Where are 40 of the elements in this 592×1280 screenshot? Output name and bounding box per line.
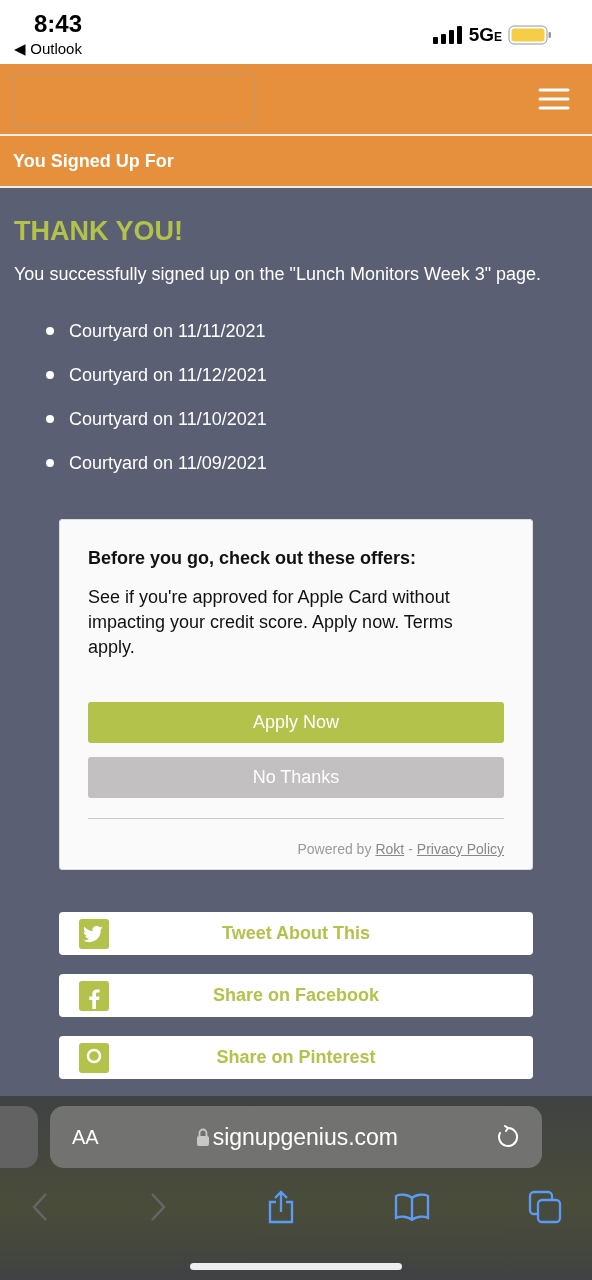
section-title: You Signed Up For [0,136,592,188]
apply-button[interactable]: Apply Now [88,702,504,743]
network-suffix: E [494,30,502,44]
pinterest-icon [79,1042,109,1073]
bullet-icon [46,327,54,335]
facebook-icon [79,980,109,1011]
network-type: 5G [468,24,494,46]
battery-icon [508,25,552,45]
share-button[interactable]: Share on Pinterest [59,1036,533,1079]
share-icon[interactable] [266,1190,296,1224]
reload-icon[interactable] [496,1125,520,1149]
bullet-icon [46,459,54,467]
decline-button[interactable]: No Thanks [88,757,504,798]
back-to-app-link[interactable]: ◀ Outlook [14,40,82,58]
provider-link[interactable]: Rokt [375,841,405,857]
signup-item: Courtyard on 11/09/2021 [69,452,267,474]
share-button[interactable]: Share on Facebook [59,974,533,1017]
url-text: signupgenius.com [212,1123,399,1151]
book-icon[interactable] [394,1193,430,1221]
tabs-icon[interactable] [528,1190,562,1224]
signup-item: Courtyard on 11/12/2021 [69,364,267,386]
offer-title: Before you go, check out these offers: [88,548,418,569]
signup-item: Courtyard on 11/11/2021 [69,320,266,342]
menu-icon[interactable] [538,88,570,110]
separator-text: - [408,841,413,857]
bullet-icon [46,415,54,423]
thank-you-heading: THANK YOU! [14,216,184,247]
privacy-policy-link[interactable]: Privacy Policy [416,841,504,857]
bird-icon [79,918,109,949]
bullet-icon [46,371,54,379]
share-button[interactable]: Tweet About This [59,912,533,955]
clock-time: 8:43 [34,10,83,38]
signal-icon [432,26,463,44]
text-size-button[interactable]: AA [72,1125,99,1149]
confirmation-message: You successfully signed up on the "Lunch Monitors Week 3" page. [14,263,543,286]
powered-by-text: Powered by [297,841,372,857]
lock-icon [196,1128,209,1146]
signup-item: Courtyard on 11/10/2021 [69,408,267,430]
address-bar[interactable]: AA signupgenius.com [50,1106,542,1168]
offer-text: See if you're approved for Apple Card without impacting your credit score. Apply now. Terms apply. [88,586,454,659]
